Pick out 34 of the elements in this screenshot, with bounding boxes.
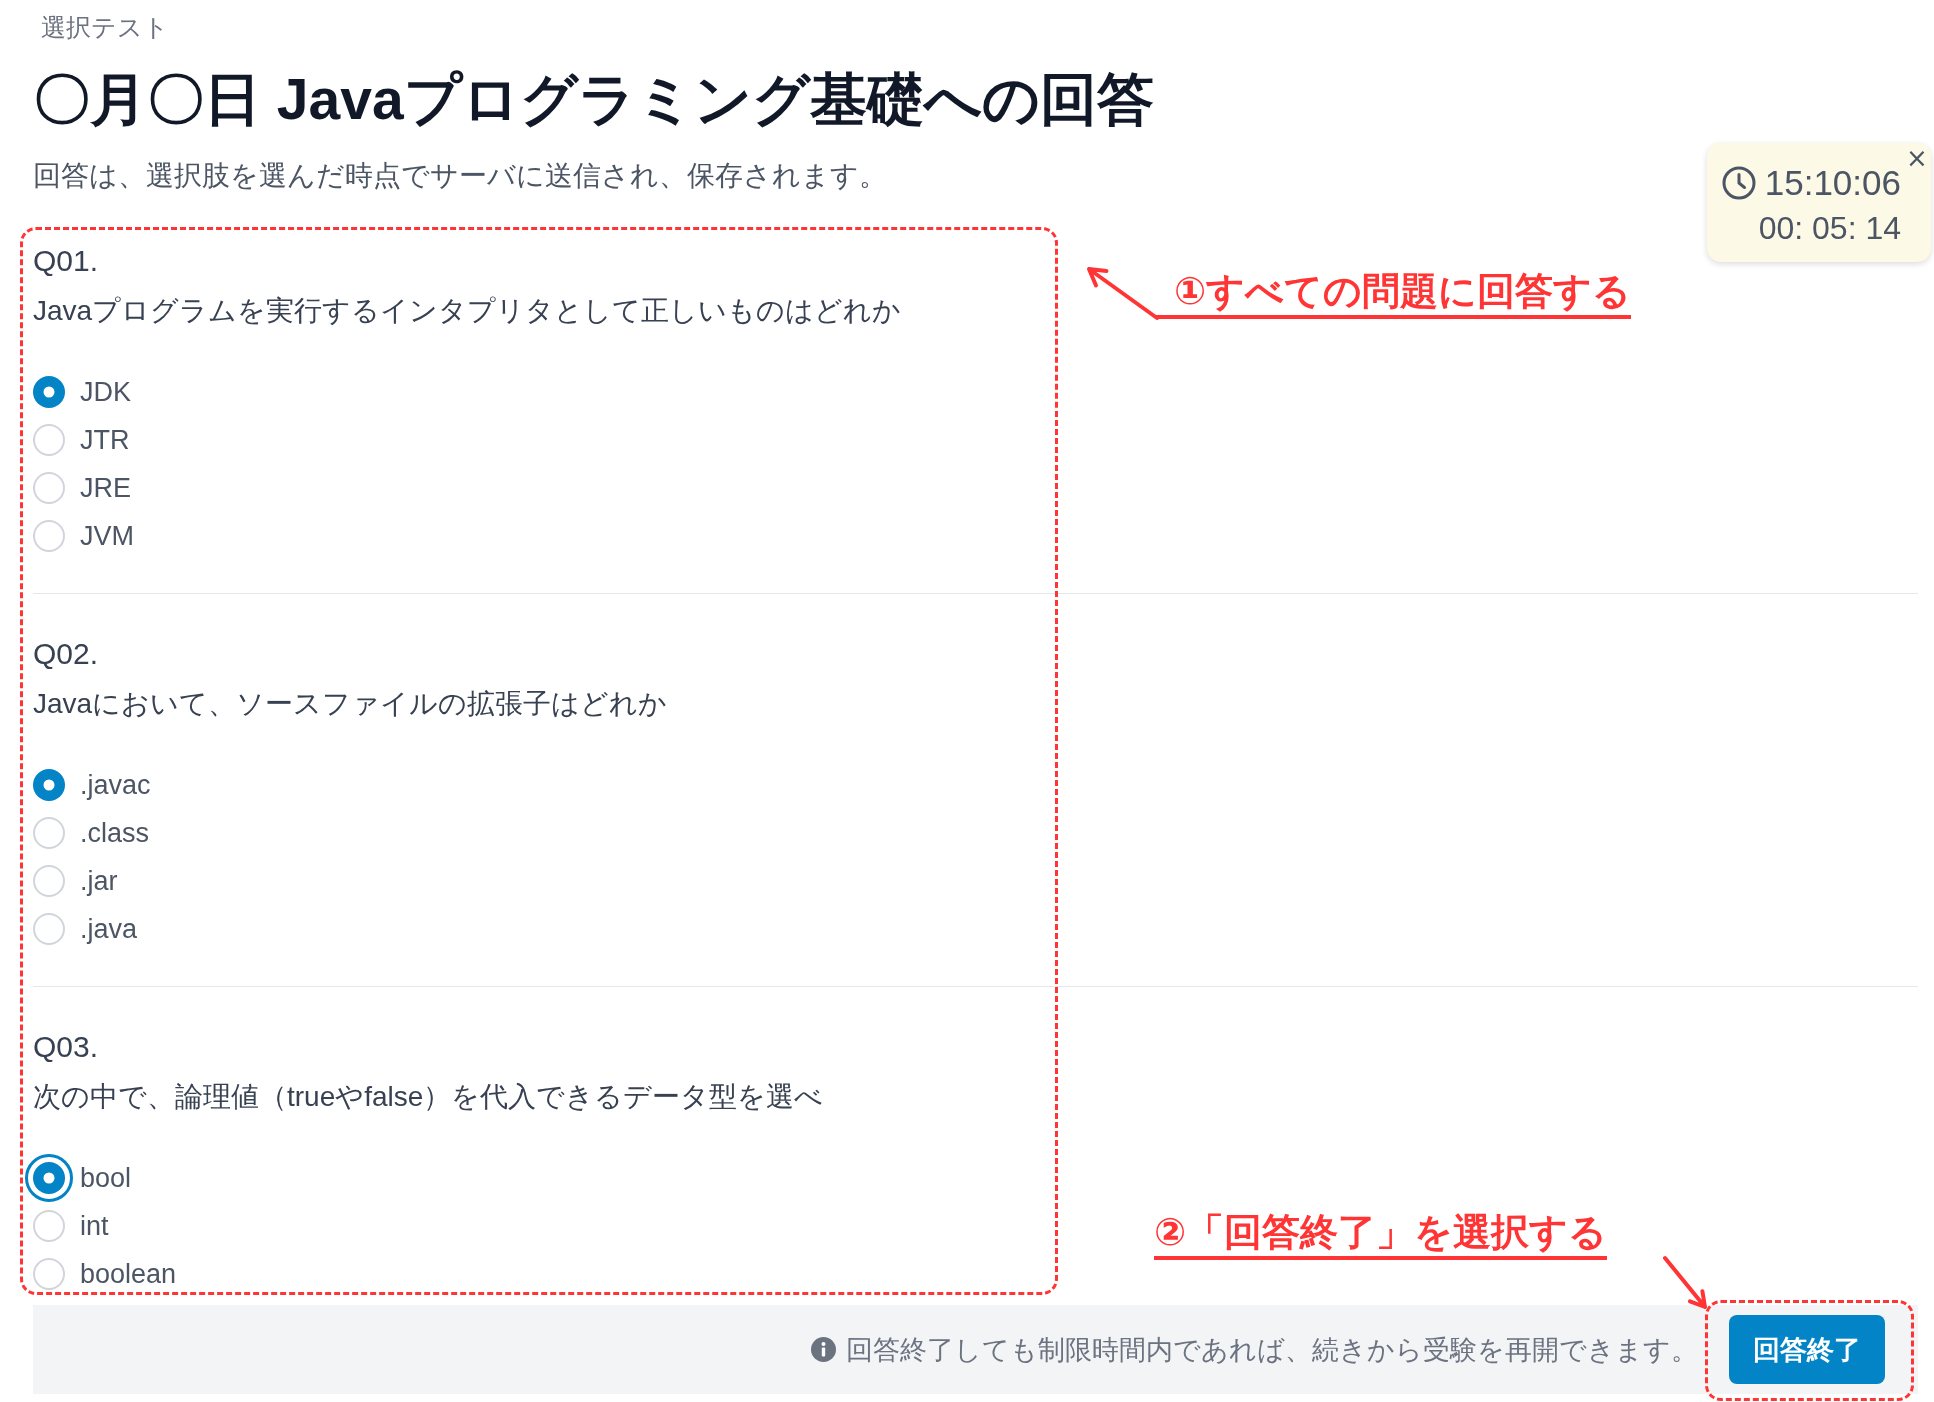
option-label: JRE xyxy=(80,472,131,505)
option-label: JVM xyxy=(80,520,134,553)
breadcrumb: 選択テスト xyxy=(41,12,169,42)
clock-icon xyxy=(1721,166,1756,200)
option-label: JTR xyxy=(80,424,130,457)
question-number: Q03. xyxy=(33,1029,99,1065)
option-label: bool xyxy=(80,1162,132,1195)
option-label: int xyxy=(80,1210,109,1243)
page-description: 回答は、選択肢を選んだ時点でサーバに送信され、保存されます。 xyxy=(33,159,887,193)
info-icon xyxy=(811,1337,836,1362)
current-time: 15:10:06 xyxy=(1764,162,1901,204)
radio-button[interactable] xyxy=(25,1154,73,1202)
callout-arrow xyxy=(1087,267,1159,320)
option-label: .jar xyxy=(80,865,118,898)
callout-arrow xyxy=(1663,1256,1707,1309)
option-label: boolean xyxy=(80,1258,177,1291)
option-label: JDK xyxy=(80,376,131,409)
callout-text: ②「回答終了」を選択する xyxy=(1154,1208,1608,1260)
question-number: Q02. xyxy=(33,636,99,672)
question-number: Q01. xyxy=(33,243,99,279)
close-button[interactable]: × xyxy=(1906,145,1928,171)
radio-button[interactable] xyxy=(33,376,65,408)
question-text: 次の中で、論理値（trueやfalse）を代入できるデータ型を選べ xyxy=(33,1080,824,1114)
page-title: 〇月〇日 Javaプログラミング基礎への回答 xyxy=(33,66,1154,133)
finish-button[interactable]: 回答終了 xyxy=(1729,1315,1885,1384)
radio-button[interactable] xyxy=(33,769,65,801)
option-label: .java xyxy=(80,913,138,946)
option-label: .class xyxy=(80,817,150,850)
option-label: .javac xyxy=(80,769,151,802)
question-text: Javaプログラムを実行するインタプリタとして正しいものはどれか xyxy=(33,294,902,328)
footer-note: 回答終了しても制限時間内であれば、続きから受験を再開できます。 xyxy=(846,1333,1698,1367)
question-text: Javaにおいて、ソースファイルの拡張子はどれか xyxy=(33,687,668,721)
elapsed-time: 00: 05: 14 xyxy=(1758,209,1901,247)
callout-text: ①すべての問題に回答する xyxy=(1156,267,1632,319)
